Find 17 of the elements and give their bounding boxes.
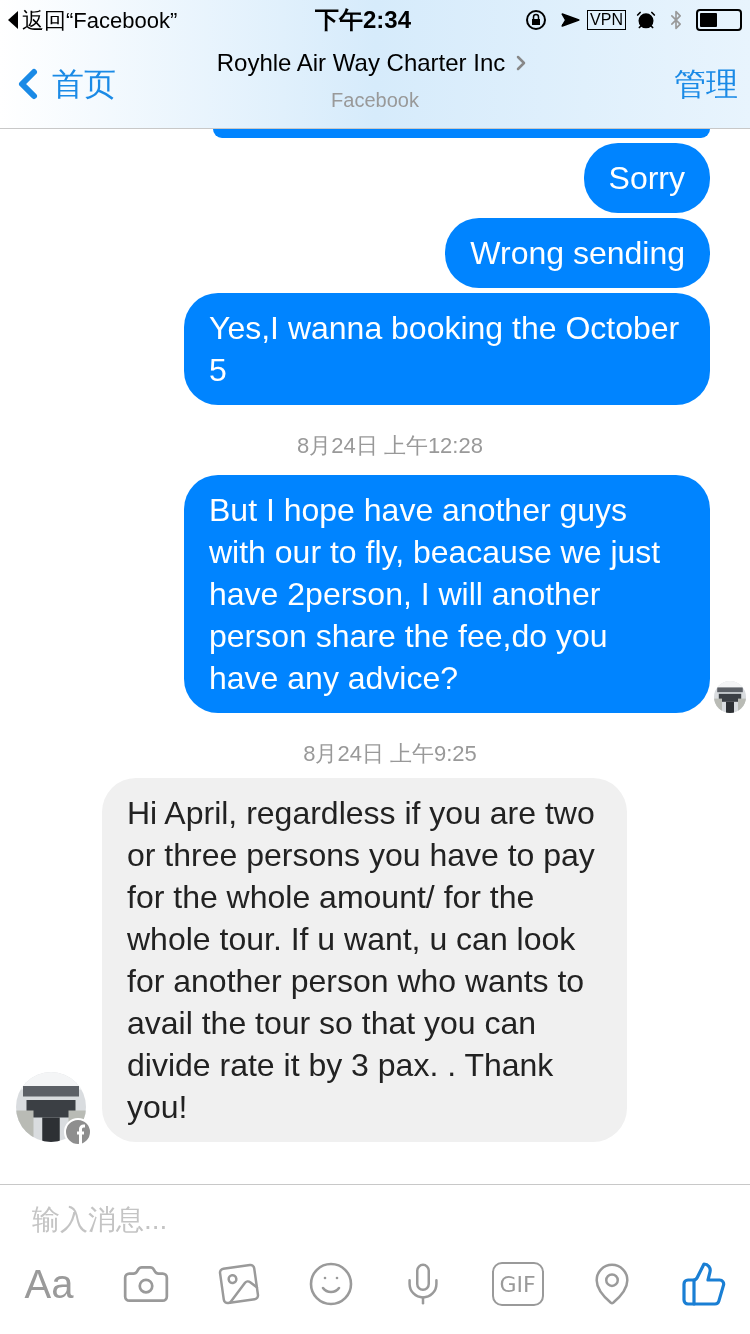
message-bubble: Hi April, regardless if you are two or three persons you have to pay for the whole amount/ for the whole tour. If u want, u can look for another person who wants to avail the tour so that you can divide rate it by 3 pax. . Thank you! [102,778,627,1142]
chat-title[interactable]: Royhle Air Way Charter Inc [216,45,534,81]
chat-subtitle: Facebook [331,88,419,113]
timestamp: 8月24日 上午9:25 [303,740,477,768]
text-format-button[interactable]: Aa [22,1254,76,1314]
manage-button[interactable]: 管理 [578,60,738,108]
message-bubble: Wrong sending [445,218,710,288]
message-bubble: But I hope have another guys with our to fly, beacause we just have 2person, I will another person share the fee,do you have any advice? [184,475,710,713]
vpn-badge: VPN [587,10,626,30]
message-bubble: Sorry [583,143,710,213]
gif-button[interactable]: GIF [491,1262,544,1306]
message-input[interactable]: 输入消息... [0,1185,750,1254]
status-time: 下午2:34 [313,5,412,35]
back-to-app-link[interactable]: 返回“Facebook” [8,3,258,37]
message-bubble: Yes,I wanna booking the October 5 [184,293,710,405]
back-button[interactable]: 首页 [12,60,172,108]
timestamp: 8月24日 上午12:28 [297,432,483,460]
